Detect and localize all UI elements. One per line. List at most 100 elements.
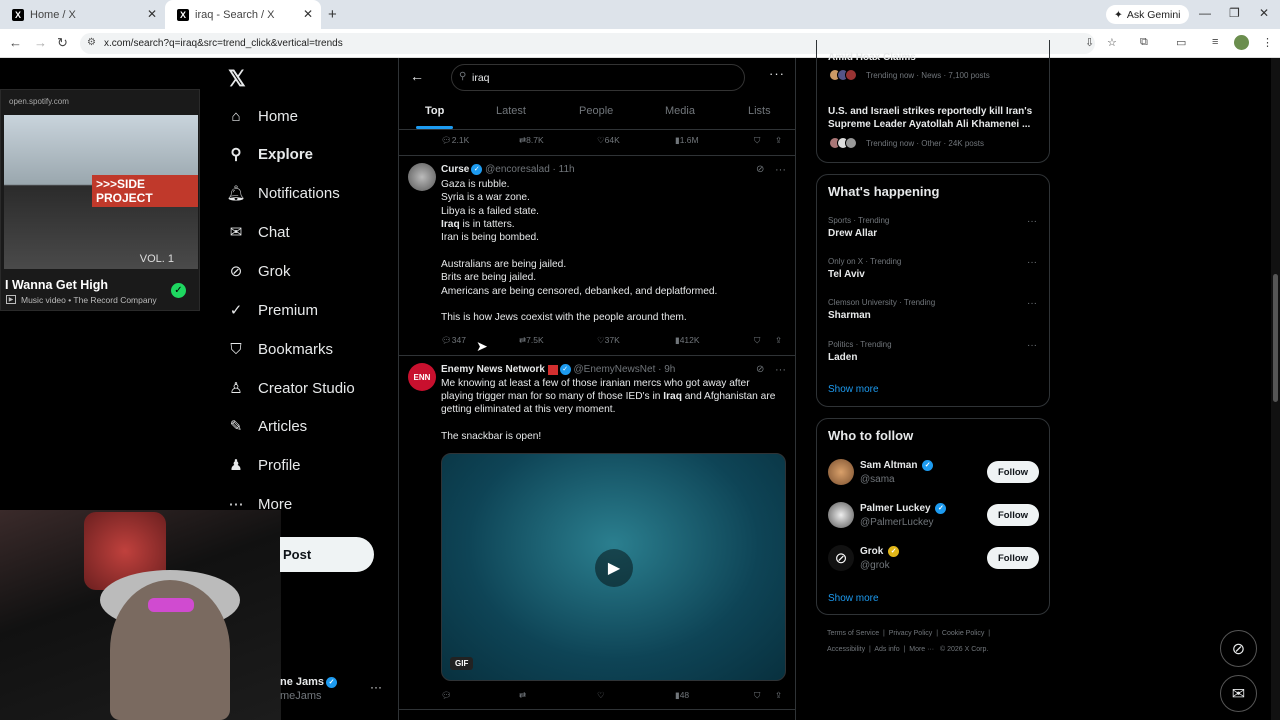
repost-button[interactable]: ⇄ 7.5K: [519, 335, 544, 346]
footer-link[interactable]: Accessibility: [827, 646, 865, 653]
views-button[interactable]: ▮ 48: [675, 690, 689, 701]
back-arrow-icon[interactable]: ←: [410, 68, 424, 84]
avatar[interactable]: [408, 163, 436, 191]
browser-menu-icon[interactable]: ⋮: [1262, 36, 1273, 49]
page-scrollbar[interactable]: [1271, 58, 1280, 720]
nav-profile[interactable]: ♟ Profile: [226, 452, 300, 478]
tweet-time[interactable]: 9h: [664, 364, 675, 375]
footer-link[interactable]: Terms of Service: [827, 630, 879, 637]
account-more-icon[interactable]: ···: [370, 680, 382, 694]
follow-button[interactable]: Follow: [987, 461, 1039, 483]
author-handle[interactable]: @encoresalad: [485, 164, 550, 175]
footer-link[interactable]: Cookie Policy: [942, 630, 984, 637]
trend-more-icon[interactable]: ···: [1027, 216, 1037, 227]
forward-icon[interactable]: →: [34, 35, 47, 50]
tab-lists[interactable]: Lists: [748, 105, 771, 117]
search-input[interactable]: ⚲ iraq: [451, 64, 745, 91]
follow-button[interactable]: Follow: [987, 504, 1039, 526]
share-icon[interactable]: ⇪: [775, 135, 782, 146]
close-tab-icon[interactable]: ✕: [303, 7, 313, 21]
share-icon[interactable]: ⇪: [775, 690, 782, 701]
ask-gemini-button[interactable]: ✦ Ask Gemini: [1106, 5, 1189, 24]
install-icon[interactable]: ⇩: [1085, 36, 1094, 49]
nav-home[interactable]: ⌂ Home: [226, 103, 298, 129]
follow-button[interactable]: Follow: [987, 547, 1039, 569]
trend-more-icon[interactable]: ···: [1027, 298, 1037, 309]
close-tab-icon[interactable]: ✕: [147, 7, 157, 21]
nav-notifications[interactable]: 🔔︎ Notifications: [226, 180, 339, 206]
grok-explain-icon[interactable]: ⊘: [756, 364, 764, 375]
minimize-icon[interactable]: —: [1199, 6, 1211, 20]
share-icon[interactable]: ⇪: [775, 335, 782, 346]
bookmark-icon[interactable]: ⛉: [754, 335, 760, 346]
site-info-icon[interactable]: ⚙: [87, 37, 96, 48]
restore-icon[interactable]: ❐: [1229, 6, 1240, 20]
nav-premium[interactable]: ✓ Premium: [226, 297, 318, 323]
scrollbar-thumb[interactable]: [1273, 274, 1278, 402]
avatar[interactable]: [828, 459, 854, 485]
grok-fab-icon[interactable]: ⊘: [1220, 630, 1257, 667]
tab-top[interactable]: Top: [425, 105, 444, 117]
trend-more-icon[interactable]: ···: [1027, 340, 1037, 351]
news-title[interactable]: Supreme Leader Ayatollah Ali Khamenei ..…: [828, 119, 1030, 130]
nav-creator-studio[interactable]: ♙ Creator Studio: [226, 375, 354, 401]
spotify-mini-player[interactable]: open.spotify.com >>>SIDE PROJECT VOL. 1 …: [0, 89, 200, 311]
nav-articles[interactable]: ✎ Articles: [226, 413, 307, 439]
author-name[interactable]: Curse: [441, 164, 469, 175]
like-button[interactable]: ♡ 64K: [597, 135, 620, 146]
messages-fab-icon[interactable]: ✉: [1220, 675, 1257, 712]
nav-bookmarks[interactable]: ⛉ Bookmarks: [226, 336, 333, 362]
show-more-link[interactable]: Show more: [828, 384, 879, 395]
grok-explain-icon[interactable]: ⊘: [756, 164, 764, 175]
nav-chat[interactable]: ✉ Chat: [226, 219, 290, 245]
tab-latest[interactable]: Latest: [496, 105, 526, 117]
avatar[interactable]: [828, 502, 854, 528]
x-logo-icon[interactable]: 𝕏: [228, 66, 246, 92]
extensions-icon[interactable]: ⧉: [1140, 36, 1148, 49]
account-name[interactable]: ne Jams ✓: [280, 676, 338, 688]
trend-more-icon[interactable]: ···: [1027, 257, 1037, 268]
reload-icon[interactable]: ↻: [57, 35, 68, 51]
tab-media[interactable]: Media: [665, 105, 695, 117]
bookmark-star-icon[interactable]: ☆: [1107, 36, 1117, 49]
nav-explore[interactable]: ⚲ Explore: [226, 141, 314, 167]
show-more-link[interactable]: Show more: [828, 593, 879, 604]
news-title[interactable]: U.S. and Israeli strikes reportedly kill…: [828, 106, 1032, 117]
repost-button[interactable]: ⇄: [519, 690, 526, 701]
footer-link[interactable]: Privacy Policy: [889, 630, 933, 637]
news-title[interactable]: Amid Hoax Claims: [828, 52, 916, 63]
follow-name[interactable]: Palmer Luckey ✓: [860, 503, 947, 514]
browser-tab-search[interactable]: X iraq - Search / X ✕: [165, 0, 321, 29]
new-tab-icon[interactable]: +: [328, 6, 337, 23]
browser-tab-home[interactable]: X Home / X ✕: [0, 0, 165, 29]
reply-button[interactable]: 💬︎: [441, 690, 452, 701]
tweet-gif-media[interactable]: ▶ GIF: [441, 453, 786, 681]
trend-title[interactable]: Drew Allar: [828, 228, 877, 239]
window-close-icon[interactable]: ✕: [1259, 6, 1269, 20]
bookmark-icon[interactable]: ⛉: [754, 690, 760, 701]
like-button[interactable]: ♡ 37K: [597, 335, 620, 346]
trend-title[interactable]: Laden: [828, 352, 857, 363]
play-icon[interactable]: ▶: [595, 549, 633, 587]
nav-grok[interactable]: ⊘ Grok: [226, 258, 291, 284]
post-button[interactable]: Post: [280, 537, 374, 572]
tweet-time[interactable]: 11h: [559, 164, 575, 175]
follow-name[interactable]: Grok ✓: [860, 546, 900, 557]
trend-title[interactable]: Tel Aviv: [828, 269, 865, 280]
cast-icon[interactable]: ▭: [1176, 36, 1186, 49]
footer-link[interactable]: More ···: [909, 646, 934, 653]
like-button[interactable]: ♡: [597, 690, 605, 701]
tab-people[interactable]: People: [579, 105, 613, 117]
trend-title[interactable]: Sharman: [828, 310, 871, 321]
back-icon[interactable]: ←: [9, 35, 22, 50]
media-control-icon[interactable]: ≡: [1212, 36, 1218, 48]
repost-button[interactable]: ⇄ 8.7K: [519, 135, 544, 146]
search-more-icon[interactable]: ···: [769, 66, 785, 81]
grok-avatar-icon[interactable]: ⊘: [828, 545, 854, 571]
avatar[interactable]: ENN: [408, 363, 436, 391]
author-handle[interactable]: @EnemyNewsNet: [574, 364, 656, 375]
follow-name[interactable]: Sam Altman ✓: [860, 460, 934, 471]
bookmark-icon[interactable]: ⛉: [754, 135, 760, 146]
browser-profile-avatar[interactable]: [1234, 35, 1249, 50]
tweet-more-icon[interactable]: ···: [775, 364, 786, 376]
